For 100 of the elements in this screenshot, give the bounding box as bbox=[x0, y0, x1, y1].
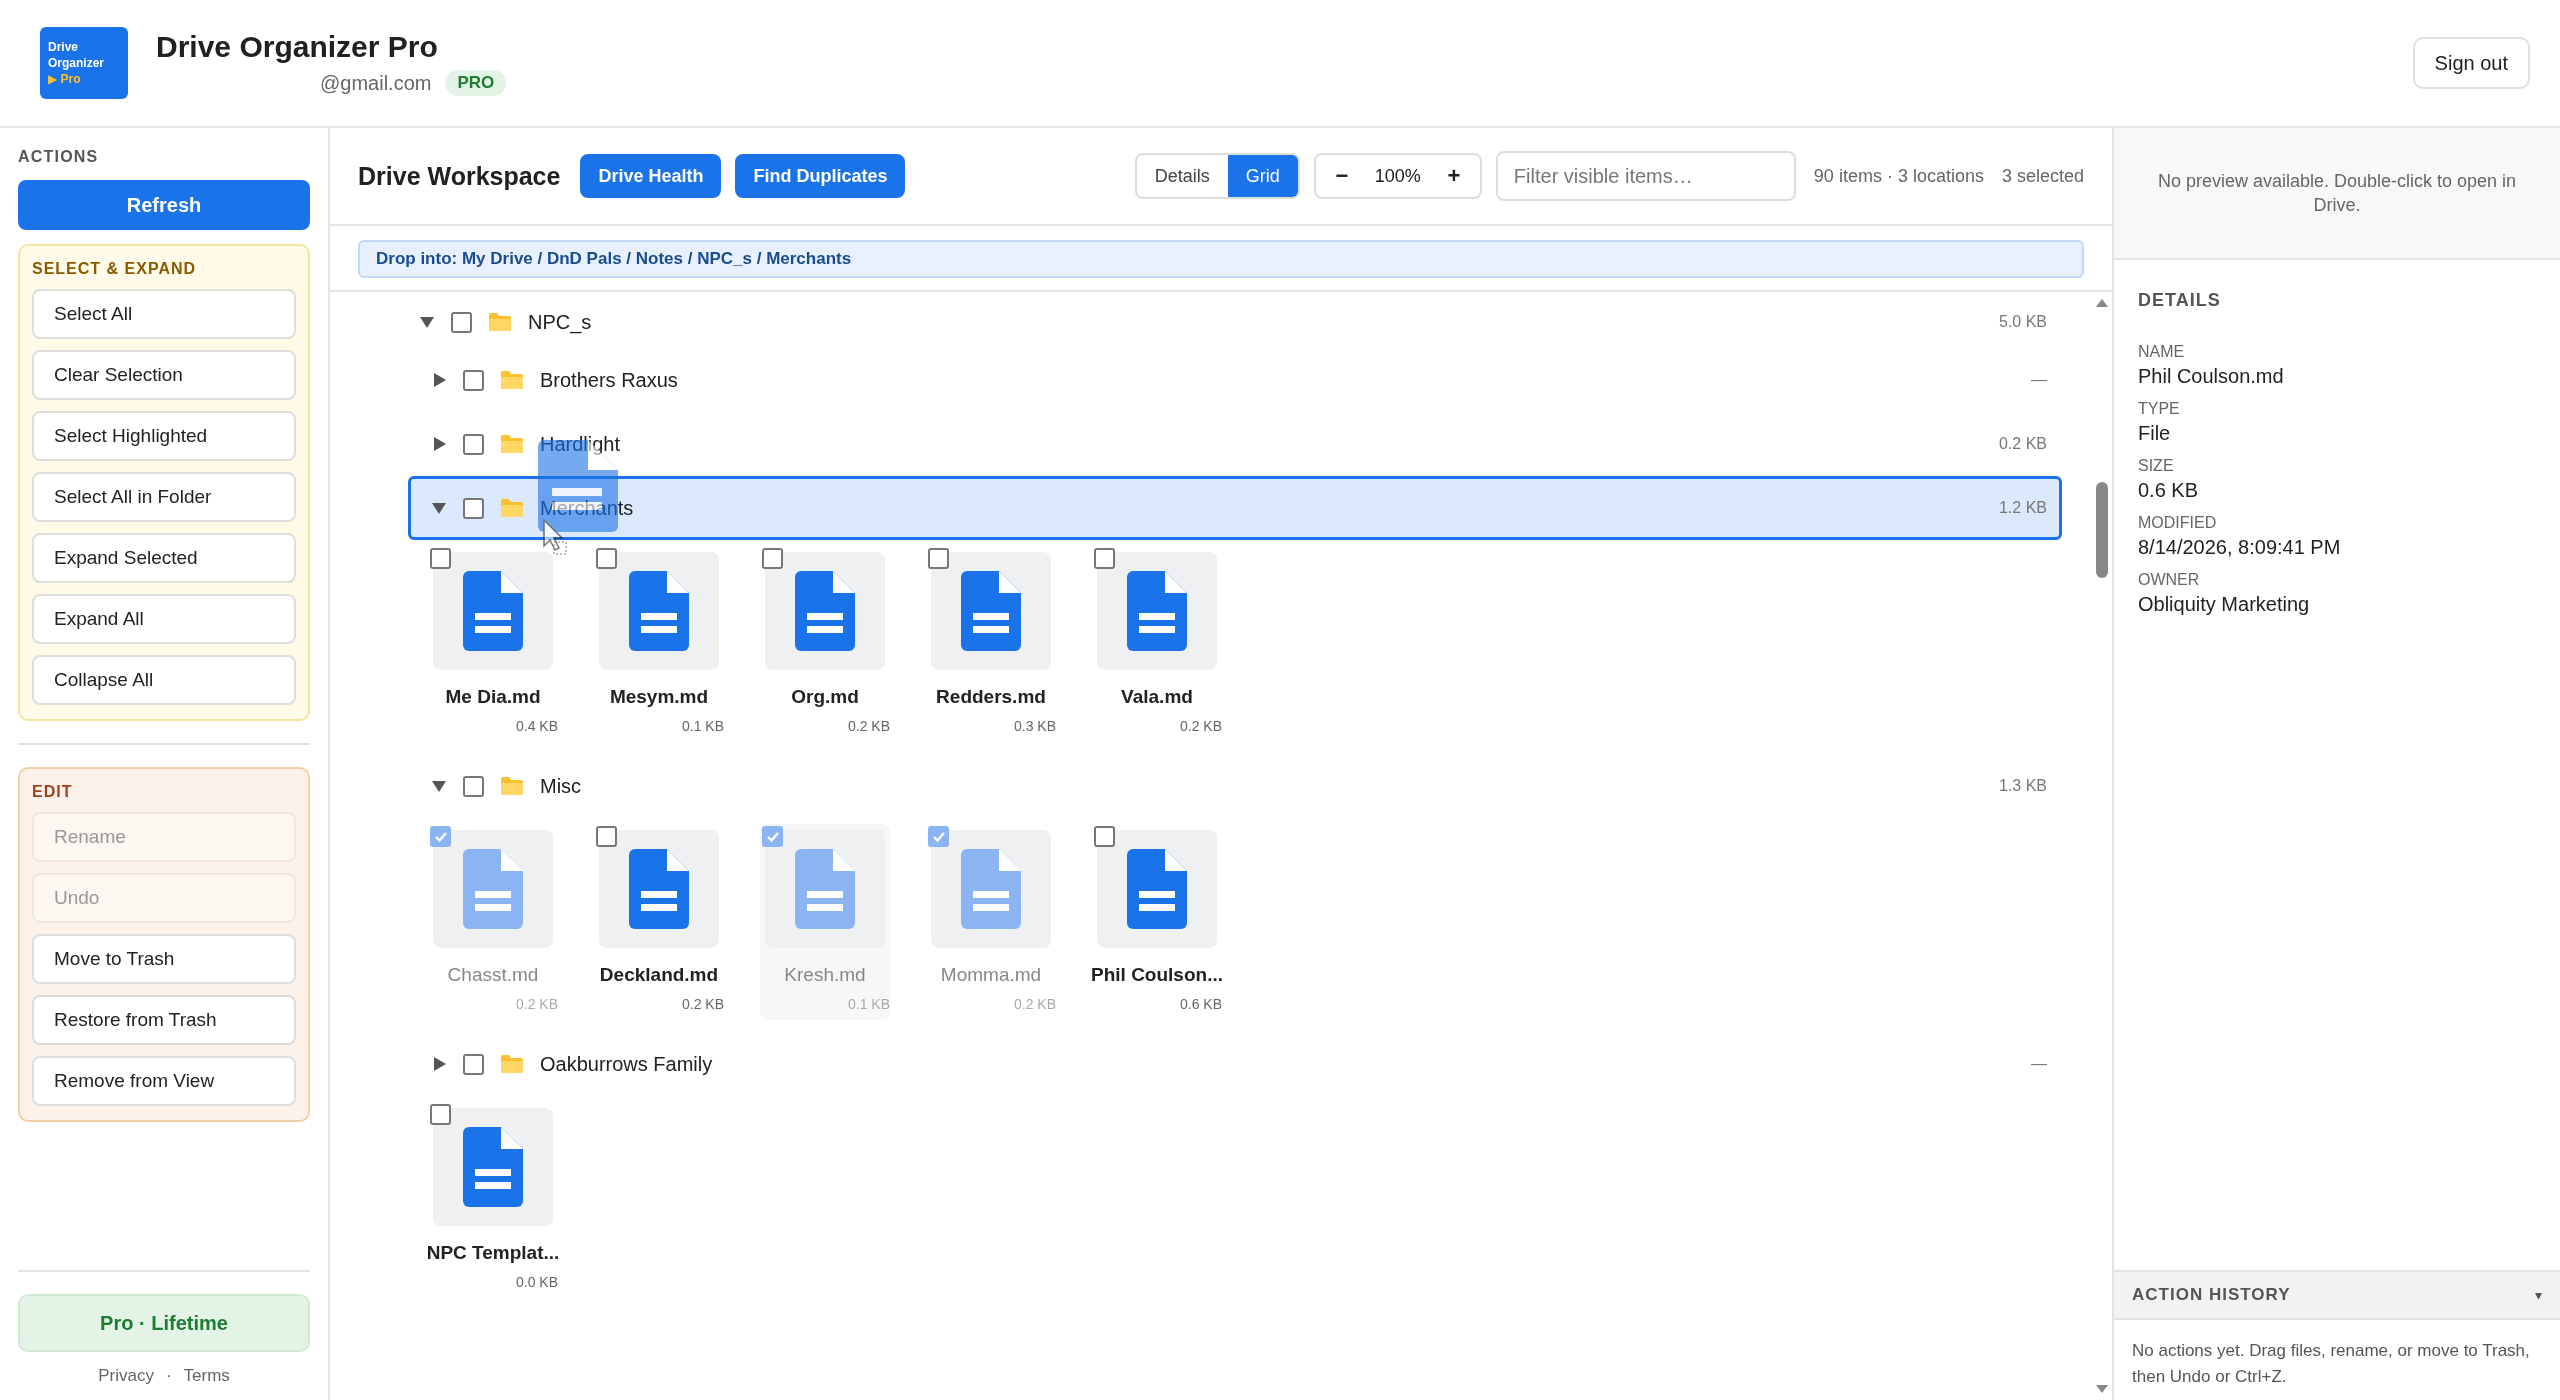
file-name: Momma.md bbox=[940, 964, 1042, 986]
section-label: ACTIONS bbox=[18, 148, 100, 166]
sign-out-button[interactable]: Sign out bbox=[2412, 37, 2530, 89]
action-button[interactable]: Select All bbox=[32, 289, 296, 339]
logo-text: Drive bbox=[48, 39, 80, 55]
checkbox[interactable] bbox=[463, 369, 484, 391]
folder-row[interactable]: NPC_s 5.0 KB bbox=[408, 296, 2062, 348]
folder-size: — bbox=[2031, 1055, 2047, 1073]
checkbox[interactable] bbox=[451, 311, 472, 333]
history-header[interactable]: ACTION HISTORY ▾ bbox=[2114, 1270, 2560, 1320]
privacy-link[interactable]: Privacy bbox=[98, 1366, 154, 1386]
checkbox[interactable] bbox=[596, 826, 617, 847]
history-message: No actions yet. Drag files, rename, or move to Trash, then Undo or Ctrl+Z. bbox=[2131, 1340, 2531, 1388]
folder-icon bbox=[488, 312, 512, 332]
folder-icon bbox=[500, 1054, 524, 1074]
folder-icon bbox=[500, 498, 524, 518]
checkbox[interactable] bbox=[430, 1104, 451, 1125]
action-button[interactable]: Select All in Folder bbox=[32, 472, 296, 522]
caret-right-icon[interactable] bbox=[431, 372, 447, 388]
workspace-title: Drive Workspace bbox=[358, 161, 561, 191]
scroll-thumb[interactable] bbox=[2096, 482, 2108, 578]
action-button[interactable]: Clear Selection bbox=[32, 350, 296, 400]
checkbox[interactable] bbox=[1094, 826, 1115, 847]
folder-icon bbox=[500, 370, 524, 390]
zoom-out-button[interactable]: − bbox=[1323, 162, 1360, 190]
checkbox[interactable] bbox=[762, 548, 783, 569]
file-size: 0.3 KB bbox=[1013, 718, 1056, 734]
file-name: Me Dia.md bbox=[445, 686, 541, 708]
folder-size: 5.0 KB bbox=[1998, 313, 2047, 331]
checkbox[interactable] bbox=[762, 826, 783, 847]
folder-name: NPC_s bbox=[528, 310, 592, 334]
action-button[interactable]: Restore from Trash bbox=[32, 995, 296, 1045]
folder-row[interactable]: Brothers Raxus — bbox=[408, 348, 2062, 412]
folder-name: Brothers Raxus bbox=[540, 368, 678, 392]
file-size: 0.2 KB bbox=[847, 718, 890, 734]
file-name: Org.md bbox=[791, 686, 859, 708]
logo-pro-label: ▶ Pro bbox=[48, 71, 82, 87]
refresh-button[interactable]: Refresh bbox=[18, 180, 310, 230]
checkbox[interactable] bbox=[430, 548, 451, 569]
view-tab[interactable]: Grid bbox=[1227, 155, 1298, 197]
field-label: NAME bbox=[2138, 343, 2186, 361]
group-title: SELECT & EXPAND bbox=[32, 260, 198, 278]
terms-link[interactable]: Terms bbox=[183, 1366, 230, 1386]
folder-row[interactable]: Misc 1.3 KB bbox=[408, 754, 2062, 818]
logo-text: Organizer bbox=[48, 55, 105, 71]
folder-size: — bbox=[2031, 371, 2047, 389]
toolbar-button[interactable]: Find Duplicates bbox=[735, 154, 906, 198]
details-title: DETAILS bbox=[2138, 290, 2222, 311]
separator-dot: · bbox=[165, 1366, 172, 1386]
folder-icon bbox=[500, 434, 524, 454]
scroll-up-icon[interactable] bbox=[2095, 298, 2109, 308]
folder-row[interactable]: Oakburrows Family — bbox=[408, 1032, 2062, 1096]
caret-right-icon[interactable] bbox=[431, 1056, 447, 1072]
action-button[interactable]: Move to Trash bbox=[32, 934, 296, 984]
group-title: EDIT bbox=[32, 783, 74, 801]
field-value: File bbox=[2138, 422, 2172, 445]
scroll-down-icon[interactable] bbox=[2095, 1384, 2109, 1394]
item-stats: 90 items · 3 locations bbox=[1813, 165, 1984, 187]
file-name: Kresh.md bbox=[784, 964, 866, 986]
checkbox[interactable] bbox=[463, 1053, 484, 1075]
field-value: Obliquity Marketing bbox=[2138, 593, 2311, 616]
file-name: NPC Templat... bbox=[426, 1242, 560, 1264]
folder-size: 1.3 KB bbox=[1998, 777, 2047, 795]
action-button[interactable]: Collapse All bbox=[32, 655, 296, 705]
action-button[interactable]: Select Highlighted bbox=[32, 411, 296, 461]
caret-down-icon[interactable] bbox=[431, 500, 447, 516]
field-label: SIZE bbox=[2138, 457, 2175, 475]
zoom-in-button[interactable]: + bbox=[1435, 162, 1472, 190]
file-size: 0.2 KB bbox=[1179, 718, 1222, 734]
checkbox[interactable] bbox=[463, 775, 484, 797]
caret-down-icon[interactable] bbox=[419, 314, 435, 330]
file-name: Deckland.md bbox=[599, 964, 719, 986]
action-button[interactable]: Remove from View bbox=[32, 1056, 296, 1106]
checkbox[interactable] bbox=[596, 548, 617, 569]
folder-icon bbox=[500, 776, 524, 796]
checkbox[interactable] bbox=[928, 826, 949, 847]
toolbar-button[interactable]: Drive Health bbox=[580, 154, 722, 198]
selected-count: 3 selected bbox=[2001, 165, 2084, 187]
file-size: 0.6 KB bbox=[1179, 996, 1222, 1012]
file-size: 0.0 KB bbox=[515, 1274, 558, 1290]
filter-field[interactable]: Filter visible items… bbox=[1495, 151, 1796, 201]
folder-name: Oakburrows Family bbox=[540, 1052, 713, 1076]
file-size: 0.2 KB bbox=[515, 996, 558, 1012]
folder-size: 0.2 KB bbox=[1998, 435, 2047, 453]
caret-right-icon[interactable] bbox=[431, 436, 447, 452]
checkbox[interactable] bbox=[928, 548, 949, 569]
action-button[interactable]: Expand All bbox=[32, 594, 296, 644]
file-size: 0.4 KB bbox=[515, 718, 558, 734]
checkbox[interactable] bbox=[1094, 548, 1115, 569]
plan-badge: PRO bbox=[445, 70, 507, 96]
file-name: Chasst.md bbox=[447, 964, 539, 986]
file-size: 0.2 KB bbox=[681, 996, 724, 1012]
file-name: Redders.md bbox=[936, 686, 1046, 708]
checkbox[interactable] bbox=[463, 497, 484, 519]
checkbox[interactable] bbox=[430, 826, 451, 847]
field-value: 8/14/2026, 8:09:41 PM bbox=[2138, 536, 2342, 559]
caret-down-icon[interactable] bbox=[431, 778, 447, 794]
action-button[interactable]: Expand Selected bbox=[32, 533, 296, 583]
history-title: ACTION HISTORY bbox=[2132, 1285, 2291, 1305]
checkbox[interactable] bbox=[463, 433, 484, 455]
